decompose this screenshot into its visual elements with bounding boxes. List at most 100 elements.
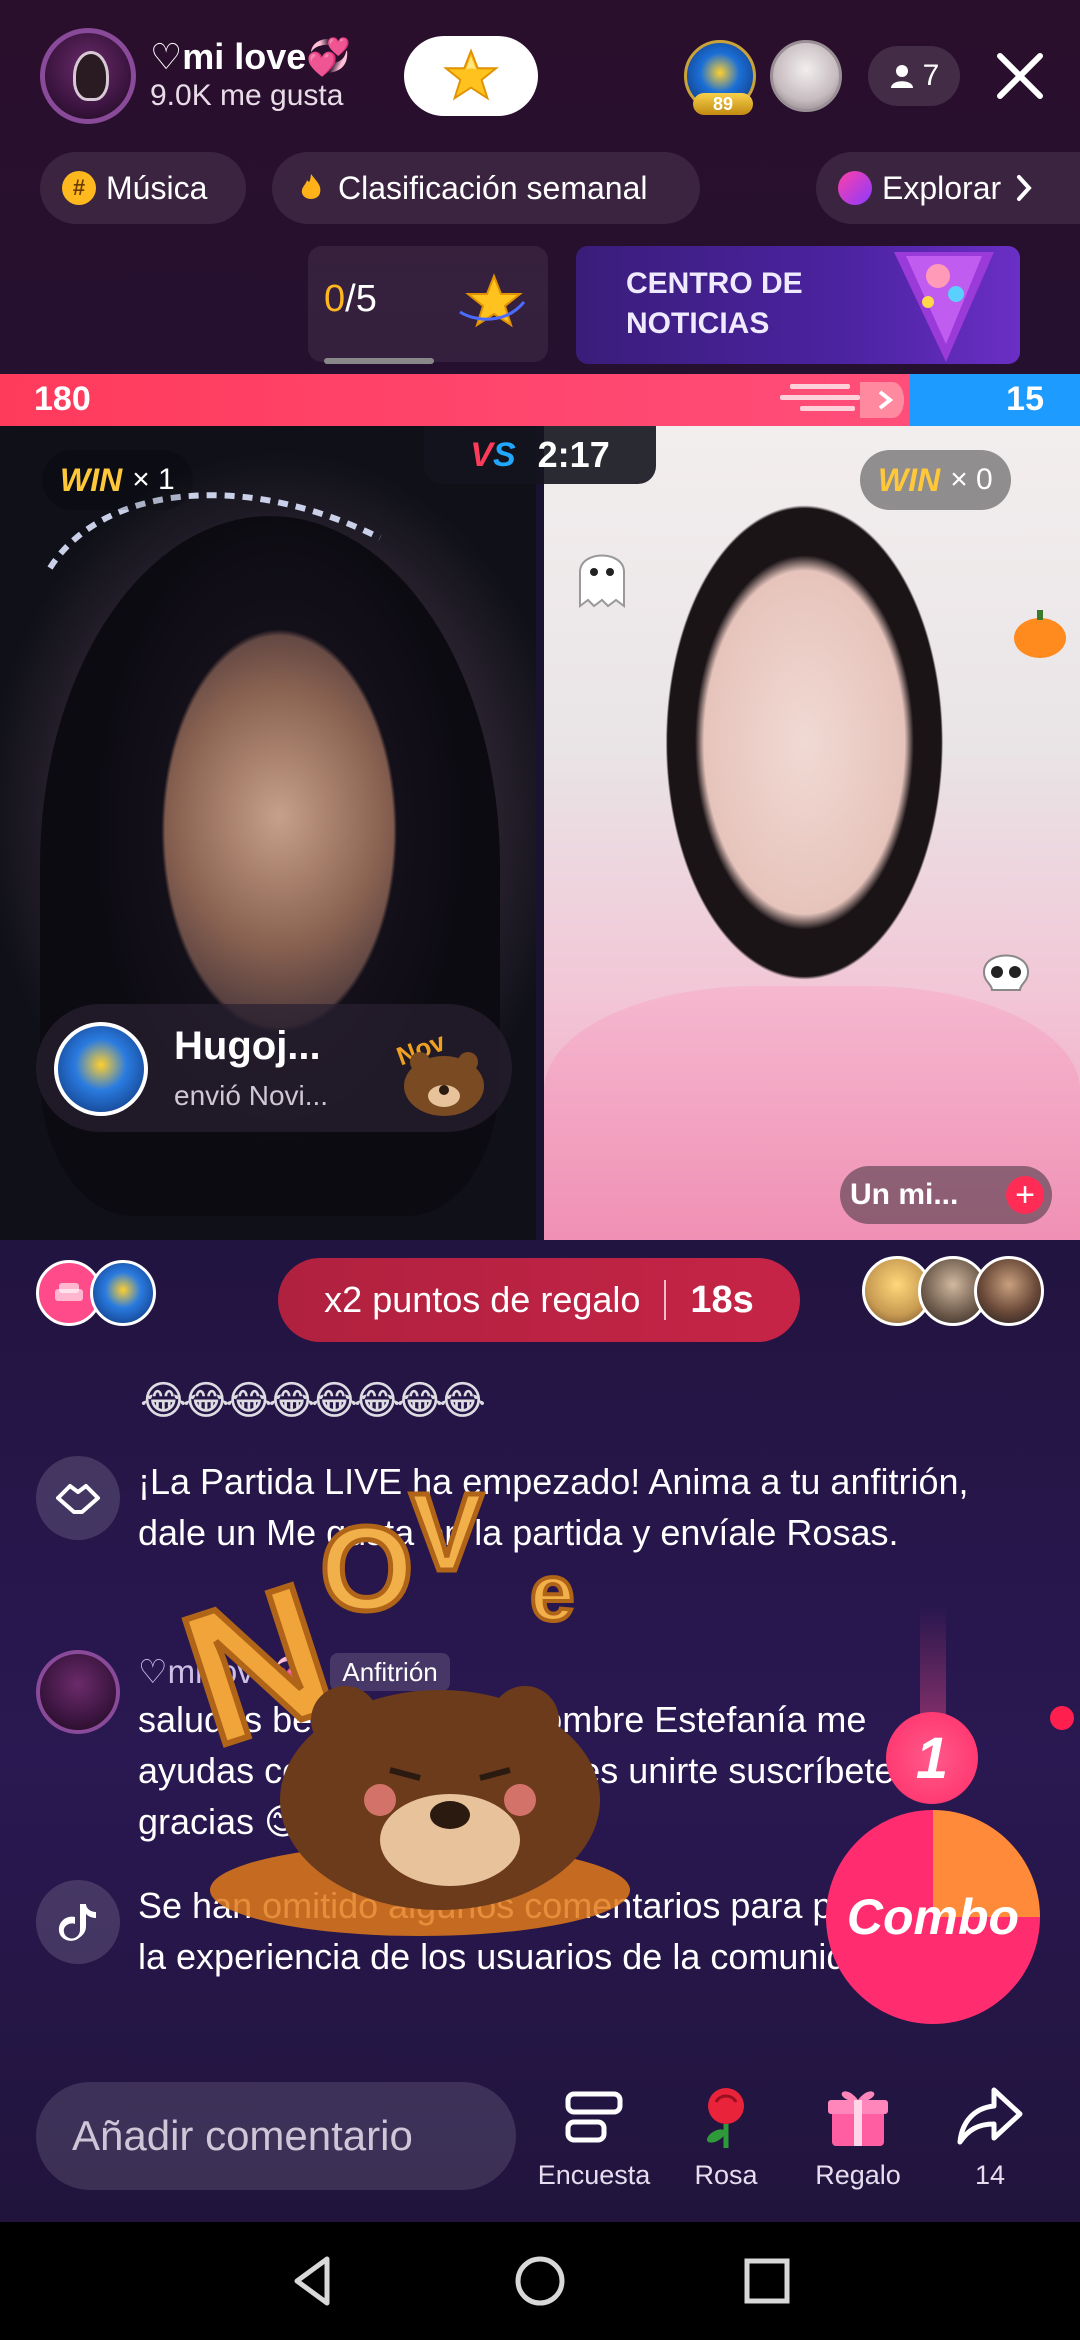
battle-timer: VS 2:17	[424, 426, 656, 484]
follow-star-button[interactable]	[404, 36, 538, 116]
goal-progress: 0/5	[324, 278, 377, 321]
host-likes: 9.0K me gusta	[150, 79, 344, 112]
rose-label: Rosa	[694, 2160, 758, 2190]
battle-divider	[536, 426, 544, 1240]
host-avatar[interactable]	[40, 28, 136, 124]
battle-videos: WIN × 1 Hugoj... envió Novi... Nov WIN ×…	[0, 426, 1080, 1240]
host-message-text: saludos bendiciones mi nombre Estefanía …	[138, 1699, 895, 1842]
live-battle-screen: ♡mi love💞 9.0K me gusta 89 7 # Música Cl…	[0, 0, 1080, 2340]
combo-counter: 1	[886, 1712, 978, 1804]
chip-ranking-label: Clasificación semanal	[338, 169, 648, 206]
sender-avatar	[54, 1022, 148, 1116]
gift-notification[interactable]: Hugoj... envió Novi... Nov	[36, 1004, 512, 1132]
goal-current: 0	[324, 278, 346, 320]
poll-button[interactable]: Encuesta	[524, 2080, 664, 2210]
host-role-tag: Anfitrión	[330, 1653, 450, 1691]
bonus-separator	[664, 1280, 667, 1320]
win-count-left: × 1	[132, 463, 175, 496]
team-right-supporters[interactable]	[862, 1256, 1044, 1326]
flame-icon	[301, 174, 321, 199]
goal-total: /5	[345, 278, 377, 320]
notification-dot	[1050, 1706, 1074, 1730]
handshake-icon	[36, 1456, 120, 1540]
gift-description: envió Novi...	[174, 1080, 329, 1111]
host-profile[interactable]: ♡mi love💞 9.0K me gusta	[40, 28, 351, 124]
news-center-banner[interactable]: CENTRO DE NOTICIAS	[576, 246, 1020, 364]
share-arrow-icon	[957, 2087, 1023, 2145]
team-left-supporters[interactable]	[36, 1260, 156, 1326]
comment-input[interactable]	[36, 2082, 516, 2190]
bonus-label: x2 puntos de regalo	[324, 1279, 641, 1320]
hashtag-icon: #	[62, 171, 96, 205]
back-triangle-icon[interactable]	[283, 2251, 343, 2311]
team-blue-score-fill	[910, 374, 1080, 426]
skull-icon	[982, 954, 1030, 991]
follow-plus-button[interactable]: +	[1006, 1176, 1044, 1214]
chip-music-label: Música	[106, 169, 208, 206]
viewer-count-button[interactable]: 7	[868, 46, 960, 106]
supporter-avatar	[90, 1260, 156, 1326]
gift-button[interactable]: Regalo	[788, 2080, 928, 2210]
news-line-2: NOTICIAS	[626, 307, 770, 340]
svg-text:e: e	[530, 1548, 575, 1637]
recents-square-icon[interactable]	[737, 2251, 797, 2311]
team-red-score-fill: 180	[0, 374, 910, 426]
goal-progress-bar	[324, 358, 434, 364]
news-line-1: CENTRO DE	[626, 267, 803, 300]
gift-sender-name: Hugoj...	[174, 1024, 321, 1068]
win-label: WIN	[60, 461, 123, 498]
top-gifter-avatar[interactable]: 89	[684, 40, 756, 115]
chip-explore-label: Explorar	[882, 169, 1002, 206]
home-circle-icon[interactable]	[510, 2251, 570, 2311]
system-message-text: ¡La Partida LIVE ha empezado! Anima a tu…	[138, 1461, 969, 1553]
supporter-avatar	[974, 1256, 1044, 1326]
star-icon	[443, 48, 499, 101]
win-streak-right: WIN × 0	[860, 450, 1011, 510]
planet-icon	[838, 171, 872, 205]
goal-widget[interactable]: 0/5	[308, 246, 548, 364]
chat-host-name: ♡mi love💞	[138, 1653, 314, 1690]
top-gifters: 89	[684, 40, 856, 115]
viewer-count: 7	[922, 59, 940, 92]
rose-button[interactable]: Rosa	[656, 2080, 796, 2210]
chip-explore[interactable]: Explorar	[816, 152, 1080, 224]
win-count-right: × 0	[950, 463, 993, 496]
ghost-icon	[579, 554, 625, 608]
bear-gift-icon: Nov	[393, 1026, 484, 1116]
news-center-title: CENTRO DE NOTICIAS	[626, 264, 856, 344]
bonus-seconds: 18s	[690, 1278, 754, 1321]
vs-logo-v: V	[470, 435, 493, 474]
opponent-video[interactable]: WIN × 0	[544, 426, 1080, 1240]
host-chat-avatar[interactable]	[36, 1650, 120, 1734]
host-video[interactable]: WIN × 1 Hugoj... envió Novi... Nov	[0, 426, 536, 1240]
level-badge: 89	[693, 93, 753, 115]
bottom-action-bar: Encuesta Rosa Regalo	[0, 2070, 1080, 2220]
system-nav-bar	[0, 2222, 1080, 2340]
top-gifter-avatar[interactable]	[770, 40, 842, 112]
header: ♡mi love💞 9.0K me gusta 89 7	[0, 0, 1080, 160]
chip-weekly-ranking[interactable]: Clasificación semanal	[272, 152, 700, 224]
person-icon	[890, 65, 913, 88]
combo-button[interactable]: Combo	[826, 1810, 1040, 2024]
star-icon	[459, 273, 526, 328]
category-chips: # Música Clasificación semanal Explorar	[0, 152, 1080, 224]
score-left: 180	[34, 380, 91, 418]
double-points-banner: x2 puntos de regalo 18s	[278, 1258, 800, 1342]
win-streak-left: WIN × 1	[42, 450, 193, 510]
share-button[interactable]: 14	[920, 2080, 1060, 2210]
chip-music[interactable]: # Música	[40, 152, 246, 224]
chat-username: ♡mi love💞 Anfitrión	[138, 1650, 978, 1694]
gift-label: Regalo	[815, 2160, 901, 2190]
host-message-block: ♡mi love💞 Anfitrión saludos bendiciones …	[138, 1650, 978, 1847]
close-icon[interactable]	[990, 46, 1050, 106]
host-name: ♡mi love💞	[150, 36, 352, 77]
vs-logo-s: S	[492, 435, 516, 474]
opponent-name-pill[interactable]: Un mi... +	[840, 1166, 1052, 1224]
speed-streak-icon	[780, 382, 904, 418]
pumpkin-icon	[1014, 610, 1066, 658]
battle-countdown: 2:17	[537, 434, 610, 475]
poll-icon	[565, 2091, 623, 2143]
chevron-right-icon	[1017, 175, 1032, 201]
win-label: WIN	[878, 461, 941, 498]
party-cone-icon	[894, 252, 994, 362]
